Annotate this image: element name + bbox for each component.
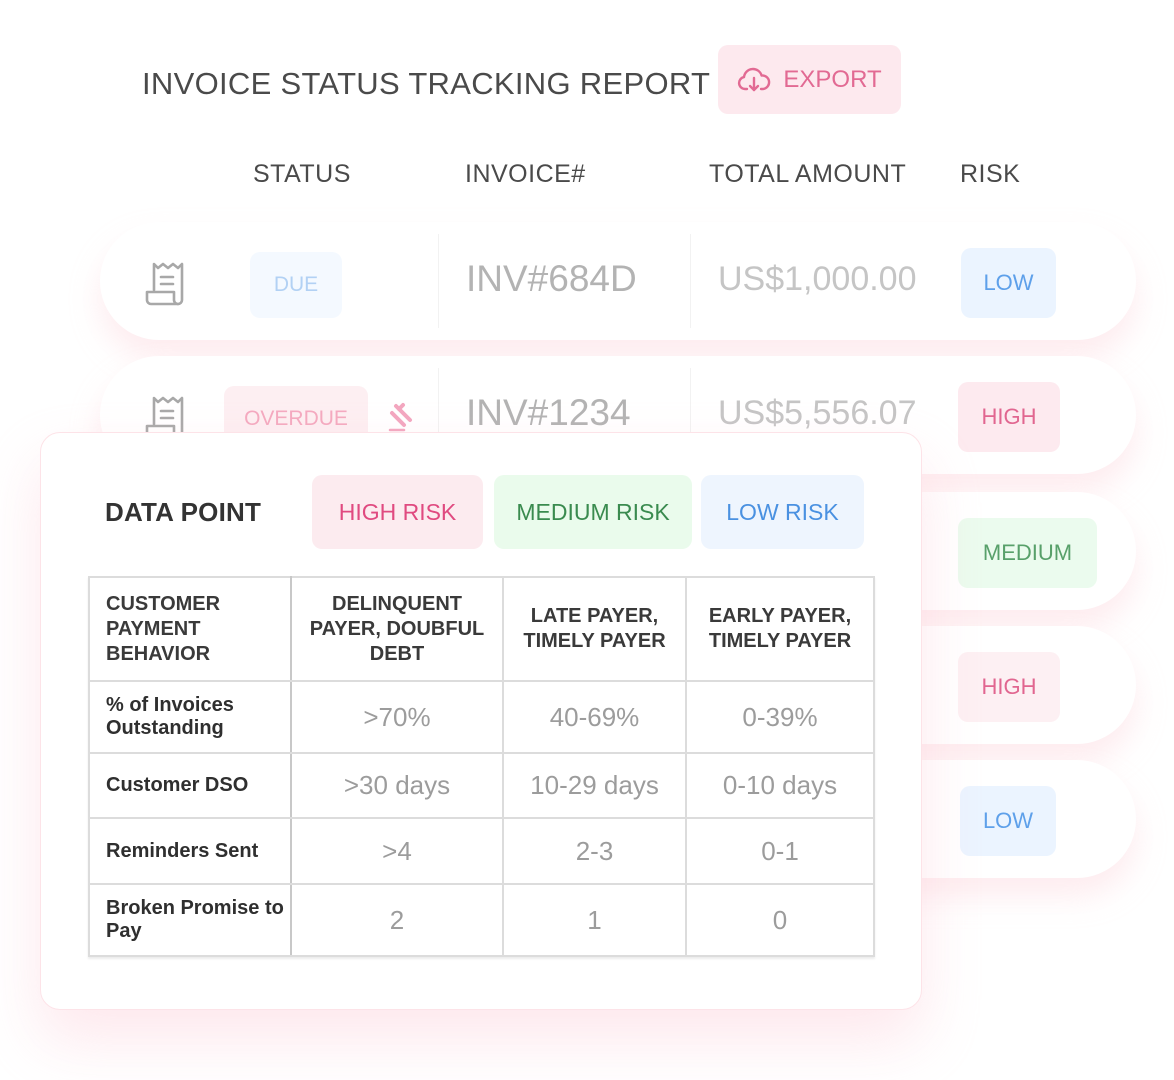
column-header-status[interactable]: STATUS — [253, 160, 351, 189]
risk-badge: HIGH — [958, 652, 1060, 722]
invoice-number[interactable]: INV#684D — [466, 258, 637, 300]
low-risk-value: 0-1 — [685, 817, 875, 885]
risk-badge: LOW — [960, 786, 1056, 856]
legend-high-risk: HIGH RISK — [312, 475, 483, 549]
column-header-risk[interactable]: RISK — [960, 160, 1020, 189]
column-divider — [438, 234, 439, 328]
high-risk-value: >4 — [290, 817, 504, 885]
total-amount: US$5,556.07 — [718, 394, 917, 432]
status-badge: DUE — [250, 252, 342, 318]
column-header-invoice[interactable]: INVOICE# — [465, 160, 586, 189]
risk-badge: LOW — [961, 248, 1056, 318]
legend-low-risk: LOW RISK — [701, 475, 864, 549]
invoice-row[interactable]: DUE INV#684D US$1,000.00 LOW — [100, 222, 1136, 340]
card-title: DATA POINT — [105, 497, 262, 527]
table-row: % of Invoices Outstanding >70% 40-69% 0-… — [88, 680, 875, 754]
column-header-total-amount[interactable]: TOTAL AMOUNT — [709, 160, 906, 189]
row-label: Customer DSO — [88, 752, 292, 819]
medium-risk-value: 40-69% — [502, 680, 687, 754]
low-risk-value: 0-39% — [685, 680, 875, 754]
medium-risk-value: 1 — [502, 883, 687, 957]
medium-risk-value: 2-3 — [502, 817, 687, 885]
table-header-row: CUSTOMER PAYMENT BEHAVIOR DELINQUENT PAY… — [88, 576, 875, 682]
table-row: Customer DSO >30 days 10-29 days 0-10 da… — [88, 752, 875, 819]
table-header: LATE PAYER, TIMELY PAYER — [502, 576, 687, 682]
row-label: Broken Promise to Pay — [88, 883, 292, 957]
gavel-icon[interactable] — [382, 396, 420, 434]
low-risk-value: 0-10 days — [685, 752, 875, 819]
medium-risk-value: 10-29 days — [502, 752, 687, 819]
table-row: Reminders Sent >4 2-3 0-1 — [88, 817, 875, 885]
table-header: CUSTOMER PAYMENT BEHAVIOR — [88, 576, 292, 682]
low-risk-value: 0 — [685, 883, 875, 957]
table-row: Broken Promise to Pay 2 1 0 — [88, 883, 875, 957]
risk-badge: MEDIUM — [958, 518, 1097, 588]
risk-criteria-card: DATA POINT HIGH RISK MEDIUM RISK LOW RIS… — [40, 432, 922, 1010]
column-divider — [690, 234, 691, 328]
page-title: INVOICE STATUS TRACKING REPORT — [142, 66, 711, 101]
table-header: EARLY PAYER, TIMELY PAYER — [685, 576, 875, 682]
cloud-download-icon — [738, 67, 771, 91]
row-label: Reminders Sent — [88, 817, 292, 885]
risk-criteria-table: CUSTOMER PAYMENT BEHAVIOR DELINQUENT PAY… — [88, 576, 875, 957]
export-button[interactable]: EXPORT — [718, 45, 901, 114]
row-label: % of Invoices Outstanding — [88, 680, 292, 754]
legend-medium-risk: MEDIUM RISK — [494, 475, 692, 549]
risk-badge: HIGH — [958, 382, 1060, 452]
export-label: EXPORT — [783, 65, 882, 93]
table-header: DELINQUENT PAYER, DOUBFUL DEBT — [290, 576, 504, 682]
high-risk-value: >70% — [290, 680, 504, 754]
receipt-icon — [145, 262, 184, 306]
high-risk-value: >30 days — [290, 752, 504, 819]
invoice-number[interactable]: INV#1234 — [466, 392, 631, 434]
total-amount: US$1,000.00 — [718, 260, 917, 298]
high-risk-value: 2 — [290, 883, 504, 957]
